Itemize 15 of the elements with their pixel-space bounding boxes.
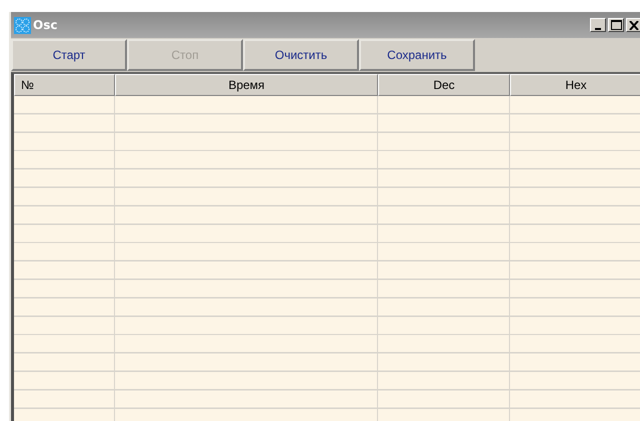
maximize-icon (610, 20, 622, 30)
column-header[interactable]: Hex (510, 74, 640, 96)
maximize-button[interactable] (608, 18, 624, 32)
toolbar-button[interactable]: Старт (11, 39, 127, 71)
close-icon (629, 20, 639, 30)
app-icon (14, 16, 31, 34)
column-header[interactable]: № (14, 74, 115, 96)
minimize-button[interactable] (590, 18, 606, 32)
column-header[interactable]: Время (115, 74, 378, 96)
toolbar-button[interactable]: Сохранить (359, 39, 475, 71)
column-header[interactable]: Dec (378, 74, 510, 96)
minimize-icon (595, 28, 601, 30)
toolbar-button[interactable]: Очистить (243, 39, 359, 71)
close-button[interactable] (626, 18, 640, 32)
window-title: Osc (33, 18, 58, 32)
